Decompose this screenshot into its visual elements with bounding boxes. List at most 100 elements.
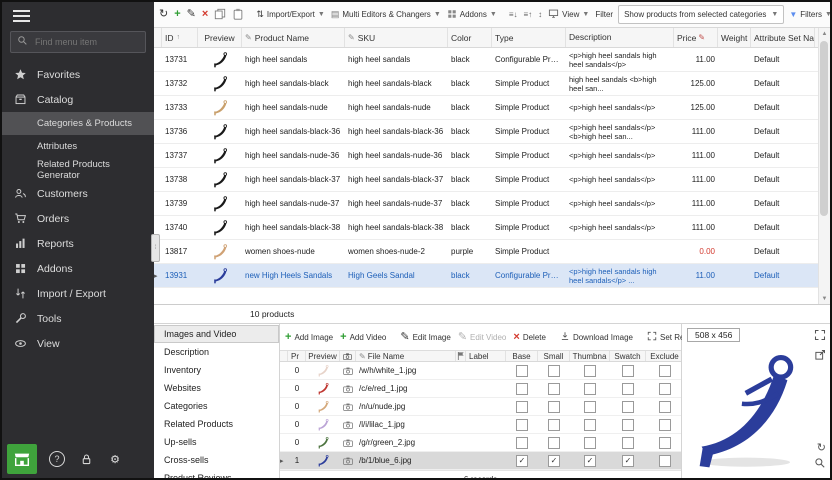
base-checkbox[interactable]: ✓ [516,455,528,467]
tab-related-products[interactable]: Related Products [154,415,279,433]
thumbnail-checkbox[interactable] [584,419,596,431]
grid-scrollbar[interactable]: ▲ ▼ [818,28,830,304]
base-checkbox[interactable] [516,383,528,395]
tab-description[interactable]: Description [154,343,279,361]
small-checkbox[interactable]: ✓ [548,455,560,467]
sort-ascending-button[interactable]: ≡↓ [509,10,518,19]
add-video-button[interactable]: +Add Video [340,332,386,343]
product-row-13732[interactable]: 13732high heel sandals-blackhigh heel sa… [154,72,821,96]
product-row-13931[interactable]: ▸13931new High Heels SandalsHigh Geels S… [154,264,821,288]
swatch-checkbox[interactable]: ✓ [622,455,634,467]
product-row-13736[interactable]: 13736high heel sandals-black-36high heel… [154,120,821,144]
product-row-13739[interactable]: 13739high heel sandals-nude-37high heel … [154,192,821,216]
image-row-w-h-white-1-jpg[interactable]: 0/w/h/white_1.jpg [280,362,681,380]
exclude-checkbox[interactable] [659,383,671,395]
column-header-price[interactable]: Price✎ [674,28,718,47]
column-header-small[interactable]: Small [538,351,570,361]
sidebar-item-addons[interactable]: Addons [2,256,154,281]
swatch-checkbox[interactable] [622,401,634,413]
sidebar-item-catalog[interactable]: Catalog [2,87,154,112]
column-header-color[interactable]: Color [448,28,492,47]
swatch-checkbox[interactable] [622,383,634,395]
edit-product-button[interactable]: ✎ [187,9,196,20]
sidebar-subitem-attributes[interactable]: Attributes [2,135,154,158]
tab-up-sells[interactable]: Up-sells [154,433,279,451]
view-menu[interactable]: View▼ [548,8,589,21]
tab-inventory[interactable]: Inventory [154,361,279,379]
rotate-icon[interactable]: ↻ [817,438,826,456]
filters-menu[interactable]: ▼ Filters ▼ [789,10,832,19]
column-header-type[interactable]: Type [492,28,566,47]
thumbnail-checkbox[interactable] [584,437,596,449]
sort-descending-button[interactable]: ≡↑ [524,10,533,19]
sidebar-item-view[interactable]: View [2,331,154,356]
help-icon[interactable]: ? [49,451,65,467]
product-row-13737[interactable]: 13737high heel sandals-nude-36high heel … [154,144,821,168]
swatch-checkbox[interactable] [622,419,634,431]
column-header-preview[interactable]: Preview [306,351,340,361]
base-checkbox[interactable] [516,419,528,431]
sidebar-item-import-export[interactable]: Import / Export [2,281,154,306]
base-checkbox[interactable] [516,365,528,377]
multi-editors-menu[interactable]: ▤ Multi Editors & Changers▼ [331,10,441,19]
product-row-13740[interactable]: 13740high heel sandals-black-38high heel… [154,216,821,240]
refresh-button[interactable]: ↻ [159,9,168,20]
delete-image-button[interactable]: ×Delete [513,332,546,343]
addons-menu[interactable]: Addons▼ [447,9,497,21]
pane-splitter-handle[interactable]: ⁞ [151,234,160,262]
scroll-up-icon[interactable]: ▲ [819,28,830,39]
column-header-preview[interactable]: Preview [198,28,242,47]
edit-video-button[interactable]: ✎Edit Video [458,332,507,343]
product-row-13733[interactable]: 13733high heel sandals-nudehigh heel san… [154,96,821,120]
image-row-l-i-lilac-1-jpg[interactable]: 0/l/i/lilac_1.jpg [280,416,681,434]
small-checkbox[interactable] [548,401,560,413]
lock-icon[interactable] [78,453,94,466]
settings-gear-icon[interactable]: ⚙ [107,453,123,466]
tab-images-and-video[interactable]: Images and Video [154,325,279,343]
column-header-base[interactable]: Base [506,351,538,361]
base-checkbox[interactable] [516,401,528,413]
small-checkbox[interactable] [548,365,560,377]
add-product-button[interactable]: + [174,9,180,20]
search-input[interactable] [33,36,139,48]
sidebar-item-tools[interactable]: Tools [2,306,154,331]
small-checkbox[interactable] [548,437,560,449]
product-row-13738[interactable]: 13738high heel sandals-black-37high heel… [154,168,821,192]
delete-product-button[interactable]: × [202,9,208,20]
product-row-13731[interactable]: 13731high heel sandalshigh heel sandalsb… [154,48,821,72]
column-header-product-name[interactable]: ✎Product Name [242,28,345,47]
sidebar-item-customers[interactable]: Customers [2,181,154,206]
column-header-weight[interactable]: Weight [718,28,751,47]
small-checkbox[interactable] [548,419,560,431]
swatch-checkbox[interactable] [622,365,634,377]
copy-button[interactable] [214,8,226,22]
column-header-file-name[interactable]: ✎File Name [356,351,456,361]
image-row-c-e-red-1-jpg[interactable]: 0/c/e/red_1.jpg [280,380,681,398]
column-header-swatch[interactable]: Swatch [610,351,646,361]
thumbnail-checkbox[interactable] [584,401,596,413]
tab-cross-sells[interactable]: Cross-sells [154,451,279,469]
thumbnail-checkbox[interactable]: ✓ [584,455,596,467]
scrollbar-thumb[interactable] [820,41,828,216]
scroll-down-icon[interactable]: ▼ [819,293,830,304]
preview-image[interactable] [686,350,816,460]
sidebar-item-orders[interactable]: Orders [2,206,154,231]
menu-hamburger-icon[interactable] [13,10,30,22]
add-image-button[interactable]: +Add Image [285,332,333,343]
swatch-checkbox[interactable] [622,437,634,449]
product-row-13817[interactable]: 13817women shoes-nudewomen shoes-nude-2p… [154,240,821,264]
exclude-checkbox[interactable] [659,401,671,413]
exclude-checkbox[interactable] [659,437,671,449]
column-header-sku[interactable]: ✎SKU [345,28,448,47]
column-header-exclude[interactable]: Exclude [646,351,684,361]
download-image-button[interactable]: Download Image [560,331,633,343]
exclude-checkbox[interactable] [659,419,671,431]
zoom-icon[interactable] [814,456,826,474]
image-row-b-1-blue-6-jpg[interactable]: ▸1/b/1/blue_6.jpg✓✓✓✓ [280,452,681,470]
sidebar-search[interactable] [10,31,146,53]
sidebar-item-favorites[interactable]: Favorites [2,62,154,87]
column-header-attribute-set[interactable]: Attribute Set Name [751,28,815,47]
image-row-n-u-nude-jpg[interactable]: 0/n/u/nude.jpg [280,398,681,416]
sidebar-item-reports[interactable]: Reports [2,231,154,256]
edit-image-button[interactable]: ✎Edit Image [400,332,450,343]
